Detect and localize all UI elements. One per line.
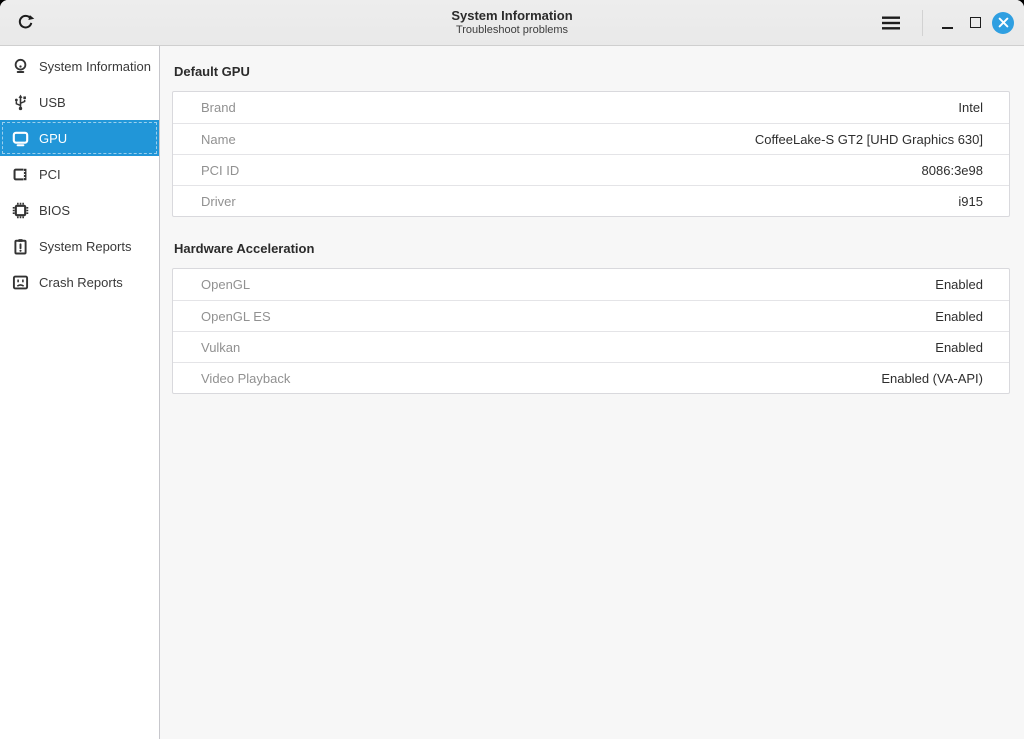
row-label: Brand <box>201 100 236 115</box>
titlebar: System Information Troubleshoot problems <box>0 0 1024 46</box>
info-table-default-gpu: Brand Intel Name CoffeeLake-S GT2 [UHD G… <box>172 91 1010 217</box>
sidebar-item-system-reports[interactable]: System Reports <box>0 228 159 264</box>
row-value: Intel <box>958 100 983 115</box>
row-value: Enabled (VA-API) <box>881 371 983 386</box>
close-button[interactable] <box>989 9 1017 37</box>
window-title: System Information <box>451 8 572 24</box>
close-icon <box>992 12 1014 34</box>
sidebar-item-label: BIOS <box>39 203 70 218</box>
refresh-button[interactable] <box>8 6 42 40</box>
row-value: Enabled <box>935 309 983 324</box>
section-hardware-acceleration: Hardware Acceleration OpenGL Enabled Ope… <box>172 241 1010 394</box>
info-table-hardware-acceleration: OpenGL Enabled OpenGL ES Enabled Vulkan … <box>172 268 1010 394</box>
section-title: Default GPU <box>174 64 1010 79</box>
section-title: Hardware Acceleration <box>174 241 1010 256</box>
sidebar-item-label: Crash Reports <box>39 275 123 290</box>
table-row: PCI ID 8086:3e98 <box>173 154 1009 185</box>
table-row: Name CoffeeLake-S GT2 [UHD Graphics 630] <box>173 123 1009 154</box>
titlebar-controls <box>874 6 1017 40</box>
main-panel: Default GPU Brand Intel Name CoffeeLake-… <box>160 46 1024 739</box>
maximize-icon <box>970 17 981 28</box>
table-row: OpenGL Enabled <box>173 269 1009 300</box>
minimize-button[interactable] <box>933 9 961 37</box>
menu-button[interactable] <box>874 6 908 40</box>
minimize-icon <box>942 27 953 29</box>
window-content: System Information USB GPU PCI BIOS Syst… <box>0 46 1024 739</box>
sidebar-item-label: PCI <box>39 167 61 182</box>
row-label: Name <box>201 132 236 147</box>
maximize-button[interactable] <box>961 9 989 37</box>
sidebar-item-label: System Reports <box>39 239 131 254</box>
titlebar-separator <box>922 10 923 36</box>
table-row: OpenGL ES Enabled <box>173 300 1009 331</box>
usb-icon <box>12 94 29 111</box>
refresh-icon <box>16 13 35 32</box>
sidebar-item-crash-reports[interactable]: Crash Reports <box>0 264 159 300</box>
window-subtitle: Troubleshoot problems <box>451 24 572 38</box>
pci-card-icon <box>12 166 29 183</box>
clipboard-icon <box>12 238 29 255</box>
sidebar-item-label: System Information <box>39 59 151 74</box>
chip-icon <box>12 202 29 219</box>
row-value: Enabled <box>935 340 983 355</box>
sidebar-item-gpu[interactable]: GPU <box>0 120 159 156</box>
sidebar-item-bios[interactable]: BIOS <box>0 192 159 228</box>
app-window: System Information Troubleshoot problems <box>0 0 1024 739</box>
row-value: Enabled <box>935 277 983 292</box>
sidebar-item-usb[interactable]: USB <box>0 84 159 120</box>
section-default-gpu: Default GPU Brand Intel Name CoffeeLake-… <box>172 64 1010 217</box>
sidebar-item-label: USB <box>39 95 66 110</box>
row-label: PCI ID <box>201 163 239 178</box>
sidebar-item-pci[interactable]: PCI <box>0 156 159 192</box>
sidebar: System Information USB GPU PCI BIOS Syst… <box>0 46 160 739</box>
monitor-icon <box>12 130 29 147</box>
table-row: Brand Intel <box>173 92 1009 123</box>
lightbulb-icon <box>12 58 29 75</box>
row-label: OpenGL <box>201 277 250 292</box>
menu-icon <box>882 16 900 30</box>
table-row: Driver i915 <box>173 185 1009 216</box>
sidebar-item-label: GPU <box>39 131 67 146</box>
crash-face-icon <box>12 274 29 291</box>
row-value: 8086:3e98 <box>922 163 983 178</box>
row-label: Video Playback <box>201 371 290 386</box>
row-label: OpenGL ES <box>201 309 271 324</box>
window-title-block: System Information Troubleshoot problems <box>451 8 572 38</box>
table-row: Vulkan Enabled <box>173 331 1009 362</box>
row-label: Driver <box>201 194 236 209</box>
row-label: Vulkan <box>201 340 240 355</box>
table-row: Video Playback Enabled (VA-API) <box>173 362 1009 393</box>
row-value: i915 <box>958 194 983 209</box>
row-value: CoffeeLake-S GT2 [UHD Graphics 630] <box>755 132 983 147</box>
sidebar-item-system-information[interactable]: System Information <box>0 48 159 84</box>
